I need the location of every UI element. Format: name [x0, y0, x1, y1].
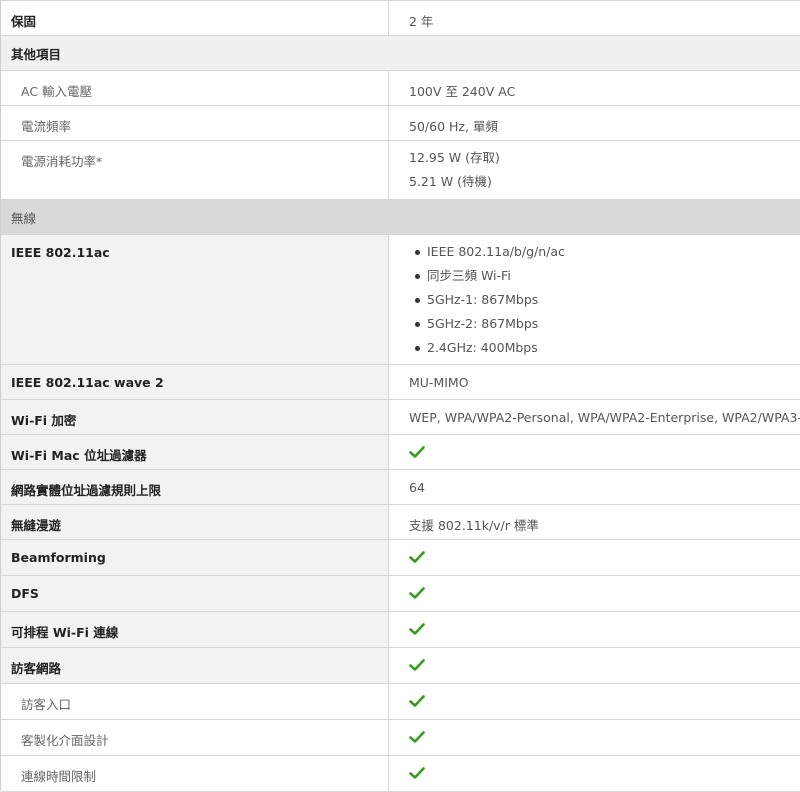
spec-value: 支援 802.11k/v/r 標準 — [409, 518, 539, 533]
spec-value — [389, 576, 800, 611]
spec-value: 12.95 W (存取) 5.21 W (待機) — [389, 141, 800, 199]
spec-label: 訪客入口 — [1, 684, 389, 719]
check-icon — [409, 731, 425, 743]
spec-row-power: 電源消耗功率* 12.95 W (存取) 5.21 W (待機) — [1, 141, 800, 200]
spec-label: IEEE 802.11ac wave 2 — [1, 365, 389, 399]
spec-row-guest-network: 訪客網路 — [1, 648, 800, 684]
spec-label: 電源消耗功率* — [1, 141, 389, 199]
check-icon — [409, 587, 425, 599]
spec-row-warranty: 保固 2 年 — [1, 0, 800, 36]
spec-value — [389, 720, 800, 755]
spec-label: DFS — [1, 576, 389, 611]
spec-label: 連線時間限制 — [1, 756, 389, 791]
list-item: 5GHz-2: 867Mbps — [409, 312, 565, 336]
check-icon — [409, 446, 425, 458]
spec-value: 50/60 Hz, 單頻 — [409, 119, 498, 134]
section-header-other: 其他項目 — [1, 36, 800, 71]
spec-label: AC 輸入電壓 — [1, 71, 389, 105]
spec-value: 100V 至 240V AC — [409, 84, 516, 99]
spec-row-frequency: 電流頻率 50/60 Hz, 單頻 — [1, 106, 800, 141]
spec-label: 網路實體位址過濾規則上限 — [1, 470, 389, 504]
spec-value: WEP, WPA/WPA2-Personal, WPA/WPA2-Enterpr… — [409, 410, 800, 425]
spec-value — [389, 684, 800, 719]
spec-label: Beamforming — [1, 540, 389, 575]
list-item: 5GHz-1: 867Mbps — [409, 288, 565, 312]
spec-value: IEEE 802.11a/b/g/n/ac 同步三頻 Wi-Fi 5GHz-1:… — [389, 235, 800, 364]
spec-value: 2 年 — [409, 14, 434, 29]
spec-label: 可排程 Wi-Fi 連線 — [1, 612, 389, 647]
spec-label: 客製化介面設計 — [1, 720, 389, 755]
spec-label: 訪客網路 — [1, 648, 389, 683]
spec-table: 保固 2 年 其他項目 AC 輸入電壓 100V 至 240V AC 電流頻率 … — [0, 0, 800, 792]
spec-label: 保固 — [1, 1, 389, 35]
spec-row-guest-portal: 訪客入口 — [1, 684, 800, 720]
spec-value — [389, 756, 800, 791]
spec-row-dfs: DFS — [1, 576, 800, 612]
spec-row-beamforming: Beamforming — [1, 540, 800, 576]
spec-value — [389, 540, 800, 575]
power-access: 12.95 W (存取) — [409, 150, 500, 165]
ieee-ac-list: IEEE 802.11a/b/g/n/ac 同步三頻 Wi-Fi 5GHz-1:… — [409, 240, 565, 360]
spec-row-custom-ui: 客製化介面設計 — [1, 720, 800, 756]
power-standby: 5.21 W (待機) — [409, 174, 492, 189]
section-header-wireless: 無線 — [1, 200, 800, 235]
spec-row-wifi-encryption: Wi-Fi 加密 WEP, WPA/WPA2-Personal, WPA/WPA… — [1, 400, 800, 435]
spec-row-scheduled-wifi: 可排程 Wi-Fi 連線 — [1, 612, 800, 648]
spec-value: 64 — [409, 480, 425, 495]
spec-value: MU-MIMO — [409, 375, 469, 390]
spec-value — [389, 612, 800, 647]
spec-row-filter-limit: 網路實體位址過濾規則上限 64 — [1, 470, 800, 505]
spec-row-ieee-ac: IEEE 802.11ac IEEE 802.11a/b/g/n/ac 同步三頻… — [1, 235, 800, 365]
spec-row-time-limit: 連線時間限制 — [1, 756, 800, 792]
spec-label: 無縫漫遊 — [1, 505, 389, 539]
list-item: 2.4GHz: 400Mbps — [409, 336, 565, 360]
check-icon — [409, 659, 425, 671]
spec-row-ac-voltage: AC 輸入電壓 100V 至 240V AC — [1, 71, 800, 106]
spec-label: Wi-Fi Mac 位址過濾器 — [1, 435, 389, 469]
spec-row-ieee-wave2: IEEE 802.11ac wave 2 MU-MIMO — [1, 365, 800, 400]
spec-value — [389, 648, 800, 683]
spec-value — [389, 435, 800, 469]
check-icon — [409, 623, 425, 635]
list-item: IEEE 802.11a/b/g/n/ac — [409, 240, 565, 264]
spec-row-mac-filter: Wi-Fi Mac 位址過濾器 — [1, 435, 800, 470]
check-icon — [409, 551, 425, 563]
spec-row-roaming: 無縫漫遊 支援 802.11k/v/r 標準 — [1, 505, 800, 540]
spec-label: 電流頻率 — [1, 106, 389, 140]
spec-label: Wi-Fi 加密 — [1, 400, 389, 434]
check-icon — [409, 767, 425, 779]
list-item: 同步三頻 Wi-Fi — [409, 264, 565, 288]
spec-label: IEEE 802.11ac — [1, 235, 389, 364]
check-icon — [409, 695, 425, 707]
